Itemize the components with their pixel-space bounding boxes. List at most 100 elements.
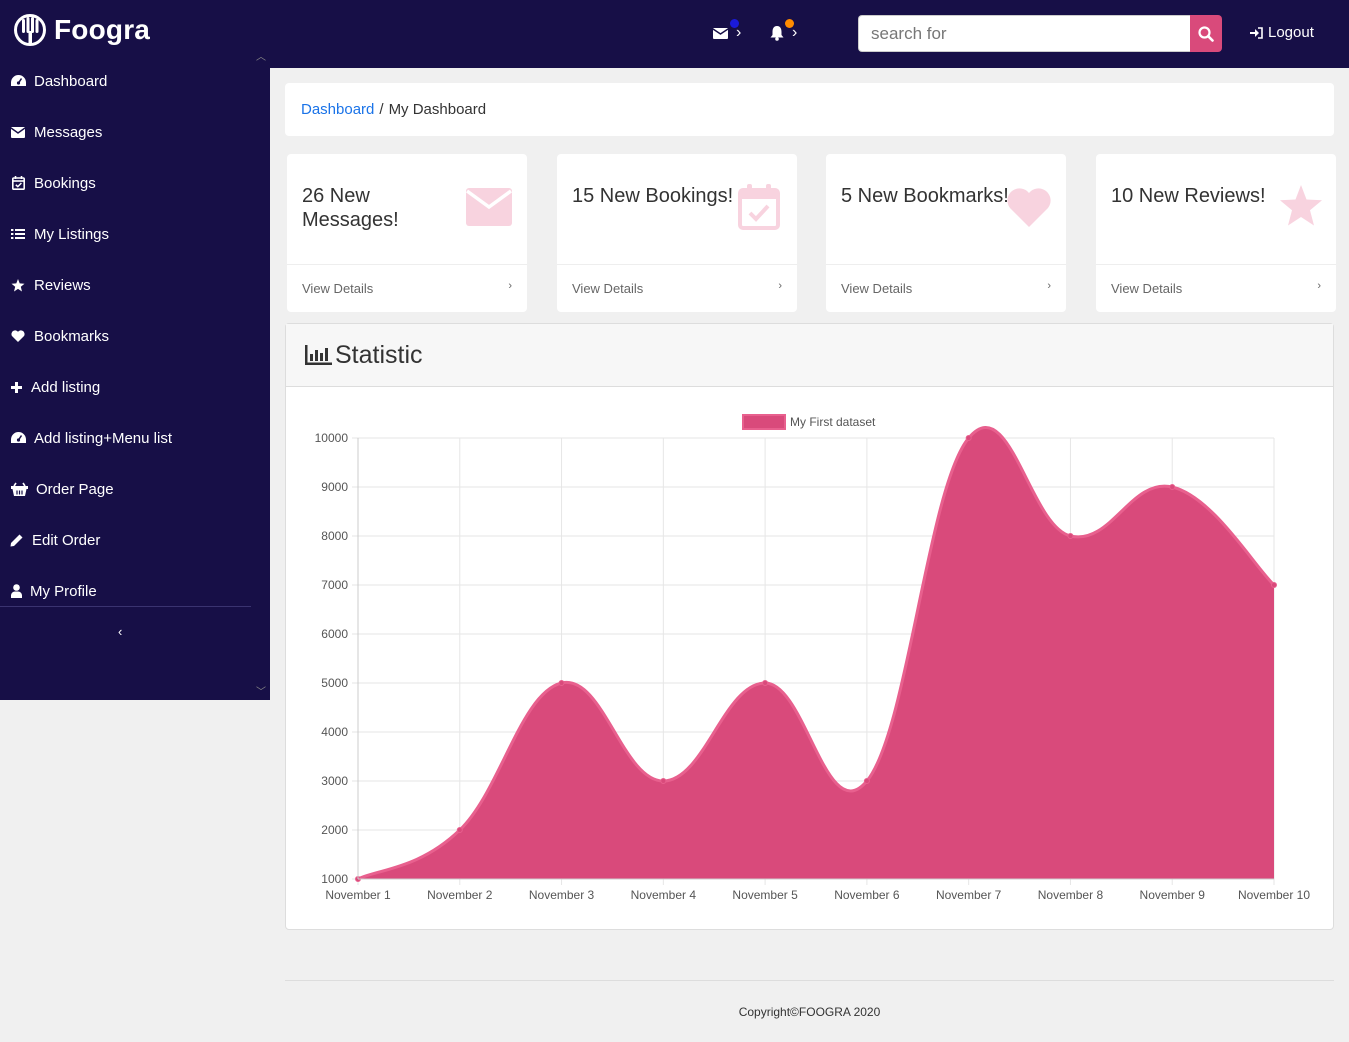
- x-tick-label: November 10: [1238, 888, 1310, 902]
- basket-icon: [10, 481, 28, 497]
- card-title: 26 New Messages!: [302, 185, 399, 231]
- envelope-icon: [465, 188, 513, 231]
- x-tick-label: November 4: [631, 888, 697, 902]
- star-icon: [1279, 185, 1323, 232]
- y-tick-label: 6000: [321, 627, 348, 641]
- data-point: [1067, 533, 1074, 539]
- scroll-up-arrow-icon[interactable]: ︿: [256, 48, 266, 63]
- y-tick-label: 3000: [321, 774, 348, 788]
- sidebar-item-label: Add listing: [31, 378, 101, 396]
- card-title: 10 New Reviews!: [1111, 185, 1266, 207]
- statistic-header: Statistic: [286, 324, 1333, 387]
- card-footer-link[interactable]: View Details ›: [287, 264, 527, 312]
- logout-link[interactable]: Logout: [1250, 24, 1314, 41]
- view-details-label: View Details: [1111, 281, 1183, 296]
- envelope-icon: [10, 124, 26, 140]
- sidebar-item-add-listing-menu[interactable]: Add listing+Menu list: [10, 426, 172, 450]
- data-point: [660, 778, 667, 784]
- sidebar-item-bookmarks[interactable]: Bookmarks: [10, 324, 109, 348]
- sidebar-item-dashboard[interactable]: Dashboard: [10, 69, 107, 93]
- messages-dropdown[interactable]: ›: [713, 19, 741, 42]
- copyright-text: Copyright©FOOGRA 2020: [738, 1005, 881, 1019]
- sidebar-item-label: Add listing+Menu list: [34, 429, 172, 447]
- legend-label: My First dataset: [790, 415, 876, 429]
- list-icon: [10, 226, 26, 242]
- y-tick-label: 5000: [321, 676, 348, 690]
- x-tick-label: November 3: [529, 888, 595, 902]
- pencil-icon: [10, 532, 23, 548]
- sidebar-item-reviews[interactable]: Reviews: [10, 273, 91, 297]
- envelope-icon: [713, 28, 728, 39]
- summary-card-messages: 26 New Messages! View Details ›: [287, 154, 527, 312]
- breadcrumb-link-dashboard[interactable]: Dashboard: [301, 101, 374, 118]
- y-tick-label: 2000: [321, 823, 348, 837]
- series-area: [358, 427, 1274, 879]
- brand[interactable]: Foogra: [14, 12, 150, 48]
- search-button[interactable]: [1190, 15, 1222, 52]
- logout-label: Logout: [1268, 24, 1314, 41]
- chevron-right-icon: ›: [508, 279, 512, 292]
- sidebar-item-my-profile[interactable]: My Profile: [10, 579, 97, 603]
- summary-card-bookmarks: 5 New Bookmarks! View Details ›: [826, 154, 1066, 312]
- sidebar-divider: [0, 606, 251, 607]
- data-point: [762, 680, 769, 686]
- view-details-label: View Details: [841, 281, 913, 296]
- data-point: [965, 435, 972, 441]
- search-input[interactable]: [858, 15, 1190, 52]
- search-form: [858, 15, 1222, 52]
- bell-icon: [770, 25, 784, 41]
- area-chart: 1000 2000 3000 4000 5000 6000 7000 8000 9000 1000…: [315, 414, 1310, 902]
- sidebar: ︿ Dashboard Messages Bookings My Listing…: [0, 46, 270, 700]
- sidebar-collapse-chevron-left-icon[interactable]: ‹: [118, 624, 122, 639]
- fork-logo-icon: [14, 14, 46, 46]
- chevron-right-icon: ›: [1047, 279, 1051, 292]
- card-footer-link[interactable]: View Details ›: [1096, 264, 1336, 312]
- data-point: [1169, 484, 1176, 490]
- breadcrumb-current: My Dashboard: [388, 101, 487, 118]
- y-tick-label: 1000: [321, 872, 348, 886]
- y-tick-label: 7000: [321, 578, 348, 592]
- chevron-right-icon: ›: [792, 24, 798, 41]
- plus-icon: [10, 379, 22, 395]
- x-tick-label: November 7: [936, 888, 1002, 902]
- card-footer-link[interactable]: View Details ›: [557, 264, 797, 312]
- data-point: [1271, 582, 1277, 588]
- statistic-title: Statistic: [335, 340, 423, 369]
- legend-swatch: [742, 414, 786, 430]
- breadcrumb: Dashboard / My Dashboard: [285, 83, 1334, 136]
- alert-badge-dot: [785, 19, 794, 28]
- footer-divider: [285, 980, 1334, 981]
- sidebar-item-edit-order[interactable]: Edit Order: [10, 528, 100, 552]
- y-tick-label: 9000: [321, 480, 348, 494]
- alerts-dropdown[interactable]: ›: [770, 19, 798, 42]
- bar-chart-icon: [305, 345, 332, 365]
- y-tick-label: 8000: [321, 529, 348, 543]
- view-details-label: View Details: [302, 281, 374, 296]
- sidebar-item-label: Reviews: [34, 276, 91, 294]
- sidebar-item-label: My Listings: [34, 225, 110, 243]
- x-tick-label: November 5: [732, 888, 798, 902]
- x-tick-label: November 2: [427, 888, 493, 902]
- message-badge-dot: [730, 19, 739, 28]
- card-title: 5 New Bookmarks!: [841, 185, 1009, 207]
- sidebar-item-messages[interactable]: Messages: [10, 120, 102, 144]
- sidebar-item-bookings[interactable]: Bookings: [10, 171, 96, 195]
- x-tick-label: November 8: [1038, 888, 1104, 902]
- summary-card-bookings: 15 New Bookings! View Details ›: [557, 154, 797, 312]
- heart-icon: [10, 328, 26, 344]
- sidebar-item-add-listing[interactable]: Add listing: [10, 375, 100, 399]
- star-icon: [10, 277, 26, 293]
- sidebar-item-label: Edit Order: [32, 531, 101, 549]
- chevron-right-icon: ›: [778, 279, 782, 292]
- sidebar-item-order-page[interactable]: Order Page: [10, 477, 114, 501]
- sidebar-item-label: My Profile: [30, 582, 97, 600]
- user-icon: [10, 583, 22, 599]
- x-tick-label: November 6: [834, 888, 900, 902]
- x-tick-label: November 1: [325, 888, 391, 902]
- sidebar-item-label: Messages: [34, 123, 103, 141]
- scroll-down-arrow-icon[interactable]: ﹀: [256, 683, 266, 698]
- sidebar-item-label: Bookings: [34, 174, 96, 192]
- chevron-right-icon: ›: [1317, 279, 1321, 292]
- card-footer-link[interactable]: View Details ›: [826, 264, 1066, 312]
- sidebar-item-my-listings[interactable]: My Listings: [10, 222, 109, 246]
